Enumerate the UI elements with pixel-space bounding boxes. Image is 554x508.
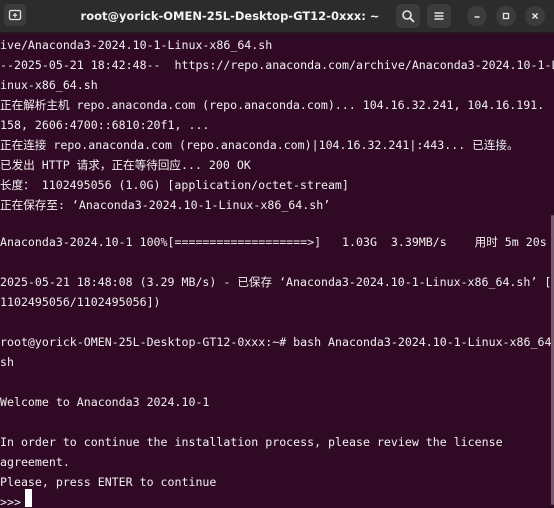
terminal-line: inux-x86_64.sh bbox=[0, 78, 98, 92]
hamburger-menu-icon bbox=[434, 12, 444, 20]
terminal-line: Anaconda3-2024.10-1 100%[===============… bbox=[0, 235, 547, 249]
text-cursor bbox=[25, 489, 32, 507]
title-bar[interactable]: root@yorick-OMEN-25L-Desktop-GT12-0xxx: … bbox=[0, 0, 554, 33]
terminal-prompt-line: root@yorick-OMEN-25L-Desktop-GT12-0xxx:~… bbox=[0, 335, 554, 349]
terminal-input-prompt[interactable]: >>> bbox=[0, 492, 28, 508]
new-tab-button[interactable] bbox=[4, 4, 26, 26]
terminal-line: 158, 2606:4700::6810:20f1, ... bbox=[0, 118, 210, 132]
search-icon bbox=[402, 10, 415, 23]
minimize-button[interactable] bbox=[467, 6, 487, 26]
terminal-line: ive/Anaconda3-2024.10-1-Linux-x86_64.sh bbox=[0, 38, 273, 52]
terminal-line: 正在保存至: ‘Anaconda3-2024.10-1-Linux-x86_64… bbox=[0, 198, 331, 212]
minimize-icon bbox=[474, 16, 480, 18]
terminal-line: agreement. bbox=[0, 455, 70, 469]
maximize-icon bbox=[502, 12, 510, 20]
terminal-line: In order to continue the installation pr… bbox=[0, 435, 503, 449]
terminal-line: 2025-05-21 18:48:08 (3.29 MB/s) - 已保存 ‘A… bbox=[0, 275, 552, 289]
close-button[interactable] bbox=[525, 6, 545, 26]
terminal-line: 长度： 1102495056 (1.0G) [application/octet… bbox=[0, 178, 349, 192]
terminal-line: 正在连接 repo.anaconda.com (repo.anaconda.co… bbox=[0, 138, 519, 152]
terminal-output[interactable]: ive/Anaconda3-2024.10-1-Linux-x86_64.sh … bbox=[0, 35, 554, 508]
close-icon bbox=[531, 12, 539, 20]
terminal-line: --2025-05-21 18:42:48-- https://repo.ana… bbox=[0, 58, 554, 72]
maximize-button[interactable] bbox=[496, 6, 516, 26]
new-tab-icon bbox=[8, 9, 22, 21]
terminal-line: 正在解析主机 repo.anaconda.com (repo.anaconda.… bbox=[0, 98, 545, 112]
terminal-line: sh bbox=[0, 355, 14, 369]
menu-button[interactable] bbox=[427, 4, 451, 28]
terminal-line: 已发出 HTTP 请求，正在等待回应... 200 OK bbox=[0, 158, 251, 172]
terminal-line: 1102495056/1102495056]) bbox=[0, 295, 161, 309]
terminal-line: Please, press ENTER to continue bbox=[0, 475, 217, 489]
terminal-window: root@yorick-OMEN-25L-Desktop-GT12-0xxx: … bbox=[0, 0, 554, 508]
search-button[interactable] bbox=[396, 4, 420, 28]
terminal-line: Welcome to Anaconda3 2024.10-1 bbox=[0, 395, 210, 409]
window-title: root@yorick-OMEN-25L-Desktop-GT12-0xxx: … bbox=[80, 9, 380, 23]
